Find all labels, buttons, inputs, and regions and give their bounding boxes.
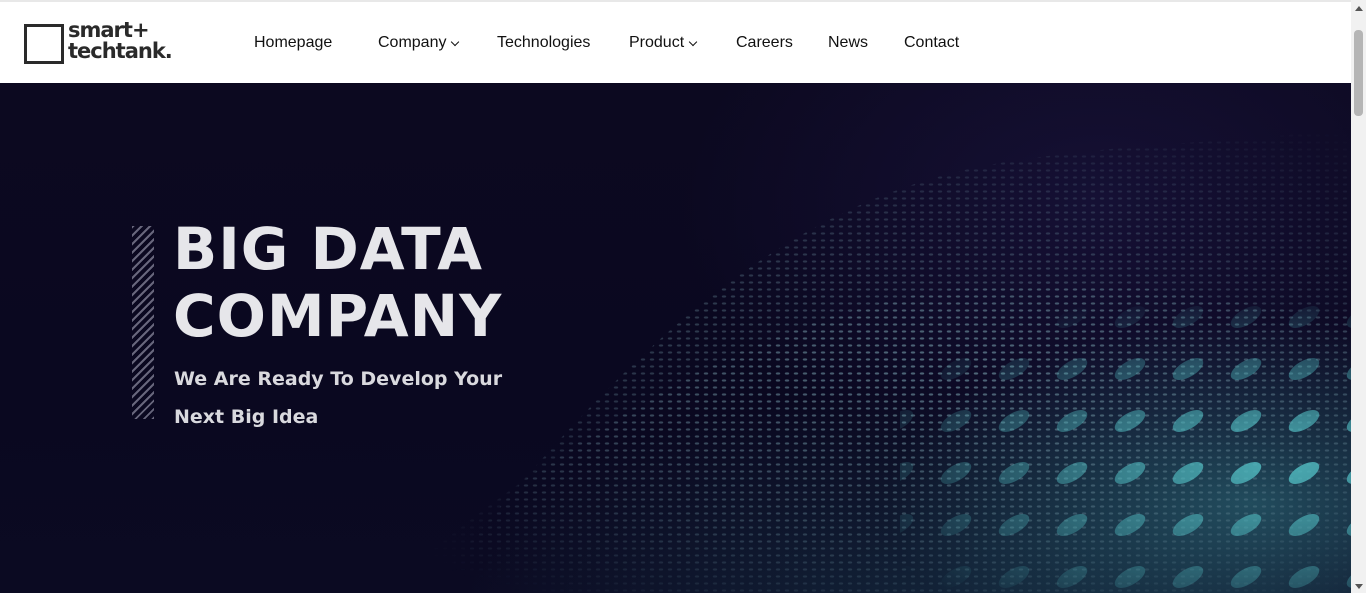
- nav-item-label: Careers: [736, 34, 793, 51]
- nav-item-label: News: [828, 34, 869, 51]
- hero-banner: BIG DATA COMPANY We Are Ready To Develop…: [0, 83, 1351, 593]
- nav-item-label: Homepage: [254, 34, 333, 51]
- hero-title-line-2: COMPANY: [173, 282, 503, 350]
- chevron-down-icon: [451, 37, 460, 46]
- hero-title-line-1: BIG DATA: [173, 215, 484, 283]
- scroll-thumb[interactable]: [1354, 30, 1363, 116]
- nav-item-label: Technologies: [497, 34, 591, 51]
- scroll-up-arrow-icon[interactable]: [1355, 6, 1363, 11]
- nav-item-careers[interactable]: Careers: [736, 34, 793, 52]
- hero-subtitle-line-1: We Are Ready To Develop Your: [174, 368, 503, 390]
- page: smart+ techtank. Homepage Company Techno…: [0, 0, 1351, 593]
- hero-title: BIG DATA COMPANY: [173, 216, 502, 350]
- chevron-down-icon: [688, 37, 698, 46]
- nav-item-label: Product: [629, 34, 685, 51]
- nav-item-label: Contact: [904, 34, 960, 51]
- hero-subtitle: We Are Ready To Develop Your Next Big Id…: [174, 360, 534, 436]
- nav-item-product[interactable]: Product: [629, 34, 698, 52]
- hero-subtitle-line-2: Next Big Idea: [174, 406, 319, 428]
- nav-item-company[interactable]: Company: [378, 34, 460, 52]
- nav-item-technologies[interactable]: Technologies: [497, 34, 590, 52]
- nav-item-contact[interactable]: Contact: [904, 34, 959, 52]
- hero-accent-stripe: [132, 226, 154, 419]
- scroll-down-arrow-icon[interactable]: [1355, 584, 1363, 589]
- nav-item-label: Company: [378, 34, 447, 51]
- nav-item-news[interactable]: News: [828, 34, 868, 52]
- page-scrollbar[interactable]: [1351, 0, 1366, 593]
- main-nav: Homepage Company Technologies Product Ca…: [0, 2, 1000, 85]
- site-header: smart+ techtank. Homepage Company Techno…: [0, 0, 1351, 83]
- nav-item-homepage[interactable]: Homepage: [254, 34, 332, 52]
